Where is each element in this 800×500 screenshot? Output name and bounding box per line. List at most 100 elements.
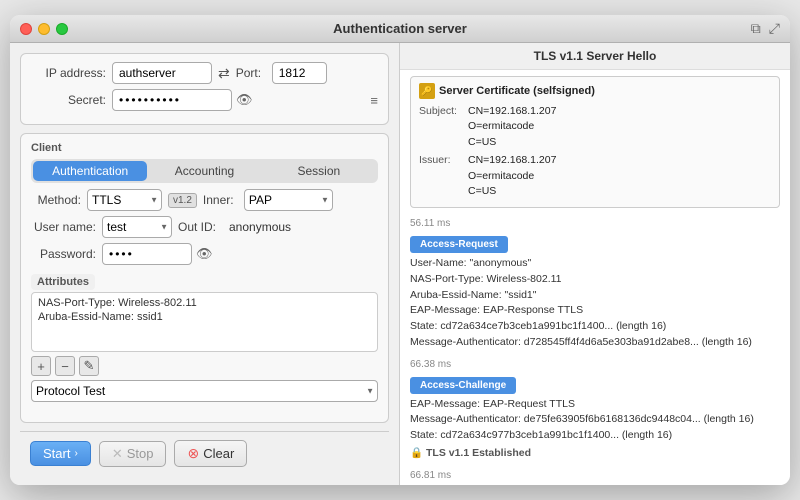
attributes-controls: + − ✎ (31, 356, 378, 376)
expand-icon[interactable]: ⤢ (769, 20, 780, 37)
stop-button[interactable]: ✕ Stop (99, 441, 167, 467)
bottom-bar: Start › ✕ Stop ⊗ Clear (20, 431, 389, 475)
badge-1: Access-Request (410, 236, 508, 253)
timestamp-3: 66.81 ms (410, 468, 780, 483)
auth-server-section: IP address: ⇄ Port: Secret: 👁 ≡ (20, 53, 389, 125)
traffic-lights (20, 23, 68, 35)
left-panel: IP address: ⇄ Port: Secret: 👁 ≡ C (10, 43, 400, 485)
outid-value: anonymous (229, 220, 291, 234)
clear-button[interactable]: ⊗ Clear (174, 440, 247, 467)
issuer-value: CN=192.168.1.207O=ermitacodeC=US (468, 153, 556, 200)
log-line-1-4: EAP-Message: EAP-Response TTLS (410, 303, 780, 319)
log-line-1-3: Aruba-Essid-Name: "ssid1" (410, 288, 780, 304)
attr-line-2: Aruba-Essid-Name: ssid1 (38, 311, 371, 323)
start-label: Start (43, 446, 70, 461)
password-field-container: 👁 (102, 243, 213, 265)
protocol-select-container: Protocol Test (31, 380, 378, 402)
subject-row: Subject: CN=192.168.1.207O=ermitacodeC=U… (419, 104, 771, 151)
close-button[interactable] (20, 23, 32, 35)
badge-2: Access-Challenge (410, 377, 516, 394)
log-line-1-6: Message-Authenticator: d728545ff4f4d6a5e… (410, 335, 780, 351)
username-row: User name: test Out ID: anonymous (31, 216, 378, 238)
log-block-3: 66.81 ms Access-Request User-Name: "anon… (410, 468, 780, 486)
add-attribute-button[interactable]: + (31, 356, 51, 376)
attr-line-1: NAS-Port-Type: Wireless-802.11 (38, 297, 371, 309)
subject-label: Subject: (419, 104, 464, 151)
stop-label: Stop (127, 446, 154, 461)
log-line-1-2: NAS-Port-Type: Wireless-802.11 (410, 272, 780, 288)
secret-input[interactable] (112, 89, 232, 111)
method-label: Method: (31, 193, 81, 207)
method-row: Method: TTLS PEAP EAP-TLS v1.2 Inner: PA… (31, 189, 378, 211)
clear-label: Clear (203, 446, 234, 461)
log-block-1: 56.11 ms Access-Request User-Name: "anon… (410, 216, 780, 351)
inner-select-container: PAP CHAP MSCHAPv2 (244, 189, 333, 211)
protocol-select[interactable]: Protocol Test (31, 380, 378, 402)
right-panel: TLS v1.1 Server Hello 🔑 Server Certifica… (400, 43, 790, 485)
titlebar-icons: ⧉ ⤢ (751, 20, 780, 37)
start-chevron-icon: › (74, 448, 77, 459)
log-area[interactable]: 🔑 Server Certificate (selfsigned) Subjec… (400, 70, 790, 485)
password-eye-icon[interactable]: 👁 (196, 246, 213, 262)
remove-attribute-button[interactable]: − (55, 356, 75, 376)
swap-icon[interactable]: ⇄ (218, 65, 230, 82)
method-select-container: TTLS PEAP EAP-TLS (87, 189, 162, 211)
main-window: Authentication server ⧉ ⤢ IP address: ⇄ … (10, 15, 790, 485)
attributes-section: Attributes NAS-Port-Type: Wireless-802.1… (31, 274, 378, 376)
attributes-box: NAS-Port-Type: Wireless-802.11 Aruba-Ess… (31, 292, 378, 352)
cert-box: 🔑 Server Certificate (selfsigned) Subjec… (410, 76, 780, 208)
client-section: Client Authentication Accounting Session… (20, 133, 389, 423)
tab-accounting[interactable]: Accounting (147, 161, 261, 181)
protocol-row: Protocol Test (31, 380, 378, 402)
inner-select[interactable]: PAP CHAP MSCHAPv2 (244, 189, 333, 211)
tls-header: TLS v1.1 Server Hello (400, 43, 790, 70)
username-select[interactable]: test (102, 216, 172, 238)
maximize-button[interactable] (56, 23, 68, 35)
issuer-row: Issuer: CN=192.168.1.207O=ermitacodeC=US (419, 153, 771, 200)
username-select-container: test (102, 216, 172, 238)
inner-label: Inner: (203, 193, 238, 207)
attributes-label: Attributes (31, 274, 95, 290)
tab-session[interactable]: Session (262, 161, 376, 181)
secret-field-container: 👁 (112, 89, 253, 111)
secret-extra-icon[interactable]: ≡ (370, 93, 378, 108)
copy-icon[interactable]: ⧉ (751, 20, 761, 37)
ip-row: IP address: ⇄ Port: (31, 62, 378, 84)
password-row: Password: 👁 (31, 243, 378, 265)
method-select[interactable]: TTLS PEAP EAP-TLS (87, 189, 162, 211)
port-label: Port: (236, 66, 266, 80)
window-title: Authentication server (333, 21, 467, 36)
ip-label: IP address: (31, 66, 106, 80)
log-line-2-2: Message-Authenticator: de75fe63905f6b616… (410, 412, 780, 428)
edit-attribute-button[interactable]: ✎ (79, 356, 99, 376)
stop-x-icon: ✕ (112, 446, 123, 462)
issuer-label: Issuer: (419, 153, 464, 200)
log-block-2: 66.38 ms Access-Challenge EAP-Message: E… (410, 357, 780, 462)
clear-circle-icon: ⊗ (187, 445, 199, 462)
password-label: Password: (31, 247, 96, 261)
outid-label: Out ID: (178, 220, 223, 234)
subject-value: CN=192.168.1.207O=ermitacodeC=US (468, 104, 556, 151)
log-line-1-5: State: cd72a634ce7b3ceb1a991bc1f1400... … (410, 319, 780, 335)
secret-row: Secret: 👁 ≡ (31, 89, 378, 111)
main-content: IP address: ⇄ Port: Secret: 👁 ≡ C (10, 43, 790, 485)
secret-eye-icon[interactable]: 👁 (236, 92, 253, 108)
titlebar: Authentication server ⧉ ⤢ (10, 15, 790, 43)
ip-input[interactable] (112, 62, 212, 84)
version-badge: v1.2 (168, 193, 197, 208)
start-button[interactable]: Start › (30, 441, 91, 466)
tab-authentication[interactable]: Authentication (33, 161, 147, 181)
secret-label: Secret: (31, 93, 106, 107)
tls-established-text: 🔒 TLS v1.1 Established (410, 446, 780, 462)
log-line-2-1: EAP-Message: EAP-Request TTLS (410, 397, 780, 413)
log-line-1-1: User-Name: "anonymous" (410, 256, 780, 272)
cert-icon: 🔑 (419, 83, 435, 99)
username-label: User name: (31, 220, 96, 234)
password-input[interactable] (102, 243, 192, 265)
log-line-2-3: State: cd72a634c977b3ceb1a991bc1f1400...… (410, 428, 780, 444)
client-label: Client (31, 142, 378, 154)
minimize-button[interactable] (38, 23, 50, 35)
cert-title: 🔑 Server Certificate (selfsigned) (419, 83, 771, 100)
cert-title-text: Server Certificate (selfsigned) (439, 83, 595, 100)
port-input[interactable] (272, 62, 327, 84)
